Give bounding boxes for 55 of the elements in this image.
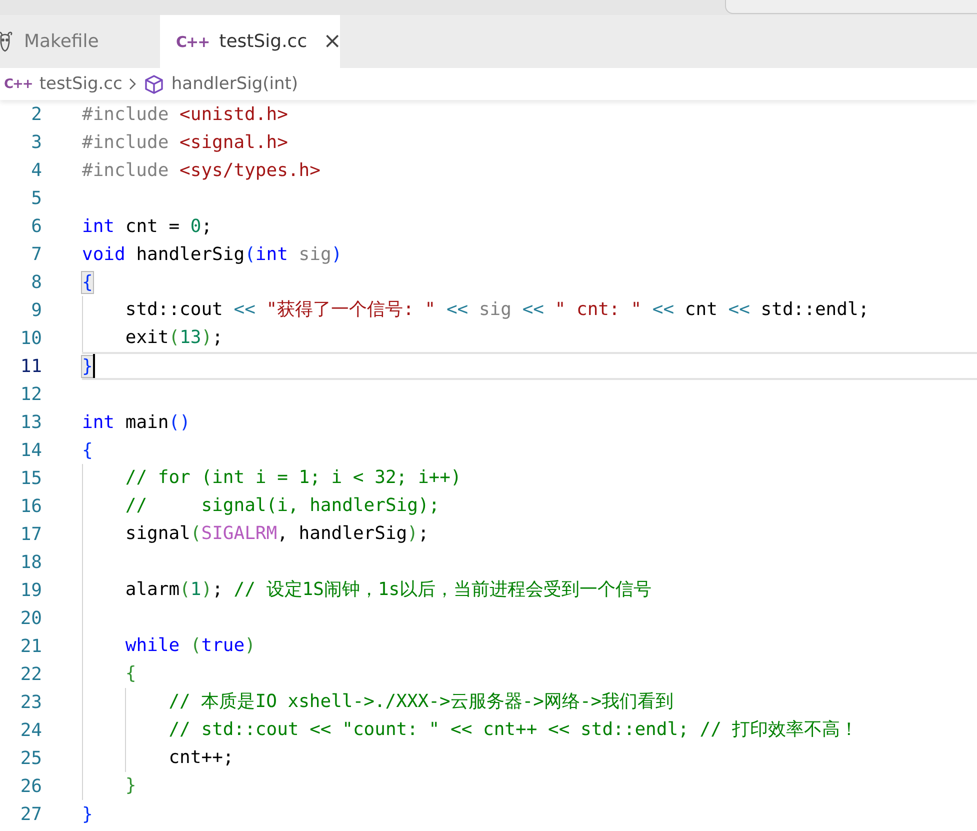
editor-tab[interactable]: C++ testSig.cc × (160, 15, 340, 68)
line-number: 5 (30, 188, 42, 208)
code-line: // std::cout << "count: " << cnt++ << std::endl; // 打印效率不高！ (82, 716, 858, 744)
code-line: exit(13); (82, 324, 223, 352)
code-line: cnt++; (82, 744, 234, 772)
cpp-icon: C++ (176, 32, 210, 50)
code-line: // for (int i = 1; i < 32; i++) (82, 464, 462, 492)
close-icon[interactable]: × (323, 29, 342, 54)
code-line: #include <sys/types.h> (82, 160, 320, 180)
code-line: { (82, 440, 93, 460)
code-line: alarm(1); // 设定1S闹钟，1s以后，当前进程会受到一个信号 (82, 576, 652, 604)
code-line: while (true) (82, 632, 256, 660)
line-number: 23 (19, 692, 42, 712)
breadcrumb-file[interactable]: testSig.cc (39, 74, 122, 94)
line-number: 17 (19, 524, 42, 544)
line-number: 11 (19, 356, 42, 376)
line-number: 18 (19, 552, 42, 572)
code-line: void handlerSig(int sig) (82, 244, 342, 264)
line-number: 16 (19, 496, 42, 516)
line-number: 19 (19, 580, 42, 600)
line-number: 21 (19, 636, 42, 656)
code-line: { (82, 660, 136, 688)
code-line: // signal(i, handlerSig); (82, 492, 440, 520)
line-number: 14 (19, 440, 42, 460)
line-number: 26 (19, 776, 42, 796)
code-line: } (82, 772, 136, 800)
line-number: 22 (19, 664, 42, 684)
line-number: 8 (30, 272, 42, 292)
line-number: 9 (30, 300, 42, 320)
line-number: 20 (19, 608, 42, 628)
line-number: 4 (30, 160, 42, 180)
line-number: 7 (30, 244, 42, 264)
line-number: 27 (19, 804, 42, 824)
animal-head-icon (0, 30, 14, 52)
code-line: int main() (82, 412, 190, 432)
code-line: signal(SIGALRM, handlerSig); (82, 520, 429, 548)
code-line: int cnt = 0; (82, 216, 212, 236)
code-line: #include <unistd.h> (82, 104, 288, 124)
line-number: 15 (19, 468, 42, 488)
line-number: 3 (30, 132, 42, 152)
code-line: } (82, 804, 93, 824)
cpp-icon: C++ (4, 76, 32, 92)
line-number: 24 (19, 720, 42, 740)
line-number: 13 (19, 412, 42, 432)
line-number: 25 (19, 748, 42, 768)
cube-icon (144, 74, 164, 94)
code-line: #include <signal.h> (82, 132, 288, 152)
code-line: // 本质是IO xshell->./XXX->云服务器->网络->我们看到 (82, 688, 674, 716)
line-number: 10 (19, 328, 42, 348)
line-number: 2 (30, 104, 42, 124)
line-number: 12 (19, 384, 42, 404)
line-number: 6 (30, 216, 42, 236)
chevron-icon (129, 77, 138, 91)
code-line: std::cout << "获得了一个信号: " << sig << " cnt: " << cnt << std::endl; (82, 296, 870, 324)
breadcrumb-symbol[interactable]: handlerSig(int) (171, 74, 298, 94)
